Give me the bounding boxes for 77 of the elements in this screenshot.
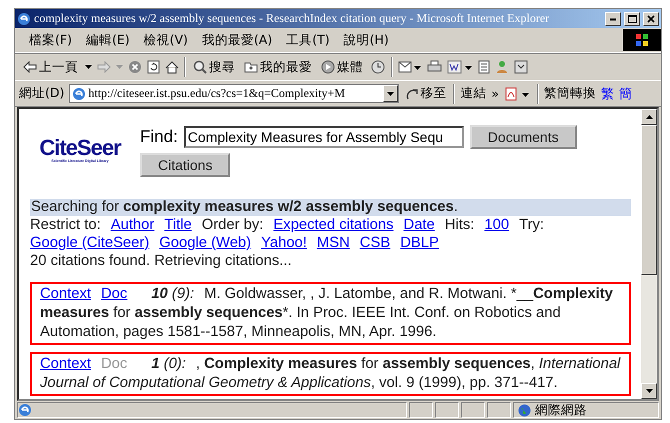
restrict-link[interactable]: Title	[164, 216, 192, 234]
traditional-button[interactable]: 繁	[601, 84, 614, 102]
address-field[interactable]: http://citeseer.ist.psu.edu/cs?cs=1&q=Complexity+M	[69, 84, 400, 103]
minimize-button[interactable]	[605, 12, 621, 26]
page-icon	[18, 403, 32, 417]
order-link[interactable]: Date	[404, 216, 435, 234]
restrict-link[interactable]: Author	[110, 216, 154, 234]
search-button[interactable]: Documents	[470, 125, 577, 149]
search-engine-link[interactable]: Google (Web)	[159, 234, 252, 252]
simplified-button[interactable]: 簡	[619, 84, 632, 102]
menu-item[interactable]: 說明(H)	[338, 30, 395, 50]
back-arrow-icon	[23, 61, 37, 73]
menu-item[interactable]: 編輯(E)	[80, 30, 136, 50]
hits-link[interactable]: 100	[484, 216, 510, 234]
media-button[interactable]: 媒體	[319, 58, 365, 76]
page-icon	[72, 86, 86, 100]
try-label: Try:	[519, 216, 544, 234]
search-icon	[193, 60, 207, 74]
maximize-icon	[627, 14, 637, 24]
document-icon[interactable]	[478, 60, 490, 74]
media-icon	[321, 60, 335, 74]
context-link[interactable]: Context	[40, 286, 91, 302]
search-engine-link[interactable]: CSB	[360, 234, 390, 252]
doc-link[interactable]: Doc	[101, 286, 128, 302]
search-button[interactable]: Citations	[140, 153, 230, 177]
search-field[interactable]: Complexity Measures for Assembly Sequ	[184, 126, 464, 148]
menu-item[interactable]: 我的最愛(A)	[196, 30, 278, 50]
mail-icon[interactable]	[398, 60, 422, 74]
results-status: 20 citations found. Retrieving citations...	[30, 252, 293, 270]
restrict-label: Restrict to:	[30, 216, 101, 234]
search-engine-link[interactable]: Yahoo!	[261, 234, 307, 252]
globe-icon	[518, 404, 531, 416]
back-button[interactable]: 上一頁	[21, 58, 80, 76]
menu-item[interactable]: 工具(T)	[280, 30, 336, 50]
scroll-down-icon[interactable]	[646, 389, 652, 393]
find-label: Find:	[140, 127, 178, 147]
doc-label: Doc	[101, 356, 128, 372]
site-logo[interactable]: CiteSeer	[39, 137, 121, 159]
stop-icon[interactable]	[128, 60, 142, 74]
menu-item[interactable]: 檔案(F)	[23, 30, 78, 50]
go-arrow-icon	[406, 88, 418, 100]
dropdown-icon[interactable]	[85, 65, 92, 69]
printer-icon[interactable]	[427, 60, 442, 74]
scroll-up-icon[interactable]	[646, 115, 652, 119]
search-engine-link[interactable]: Google (CiteSeer)	[30, 234, 150, 252]
home-icon[interactable]	[165, 60, 179, 74]
search-engine-link[interactable]: DBLP	[400, 234, 439, 252]
links-chevron[interactable]: »	[491, 86, 500, 101]
window-title: complexity measures w/2 assembly sequences - ResearchIndex citation query - Microsoft Internet Explorer	[34, 11, 550, 26]
hits-label: Hits:	[444, 216, 474, 234]
go-button[interactable]: 移至	[404, 85, 448, 102]
menu-item[interactable]: 檢視(V)	[138, 30, 194, 50]
flag-icon	[635, 33, 649, 47]
close-button[interactable]	[643, 12, 659, 26]
history-icon[interactable]	[370, 60, 386, 74]
citation-entry: Context Doc 1 (0): , Complexity measures for assembly sequences, International Journal of Computational Geometry & Applications, vol. 9 (1999), pp. 371--417.	[30, 352, 631, 396]
order-link[interactable]: Expected citations	[273, 216, 394, 234]
refresh-icon[interactable]	[147, 60, 160, 74]
bookmark-icon[interactable]	[514, 60, 528, 74]
address-dropdown[interactable]	[383, 85, 398, 102]
search-engine-link[interactable]: MSN	[316, 234, 350, 252]
edit-icon[interactable]	[447, 60, 473, 74]
search-button[interactable]: 搜尋	[191, 58, 237, 76]
browser-icon	[17, 12, 31, 26]
links-label: 連結	[460, 85, 486, 102]
order-label: Order by:	[202, 216, 264, 234]
favorites-button[interactable]: 我的最愛	[242, 58, 314, 76]
zone-label: 網際網路	[535, 402, 587, 418]
citation-entry: Context Doc 10 (9): M. Goldwasser, , J. Latombe, and R. Motwani. *__Complexity measures for assembly sequences*. In Proc. IEEE Int. Conf. on Robotics and Automation, pages 1581--1587, Minneapolis, MN, Apr. 1996.	[30, 282, 631, 345]
search-summary: Searching for complexity measures w/2 assembly sequences.	[30, 199, 631, 216]
context-link[interactable]: Context	[40, 356, 91, 372]
maximize-button[interactable]	[624, 12, 640, 26]
close-icon	[646, 14, 656, 24]
caret-icon	[387, 92, 394, 96]
address-label: 網址(D)	[19, 85, 64, 102]
converter-label: 繁簡轉換	[544, 85, 596, 102]
folder-icon	[244, 61, 258, 73]
